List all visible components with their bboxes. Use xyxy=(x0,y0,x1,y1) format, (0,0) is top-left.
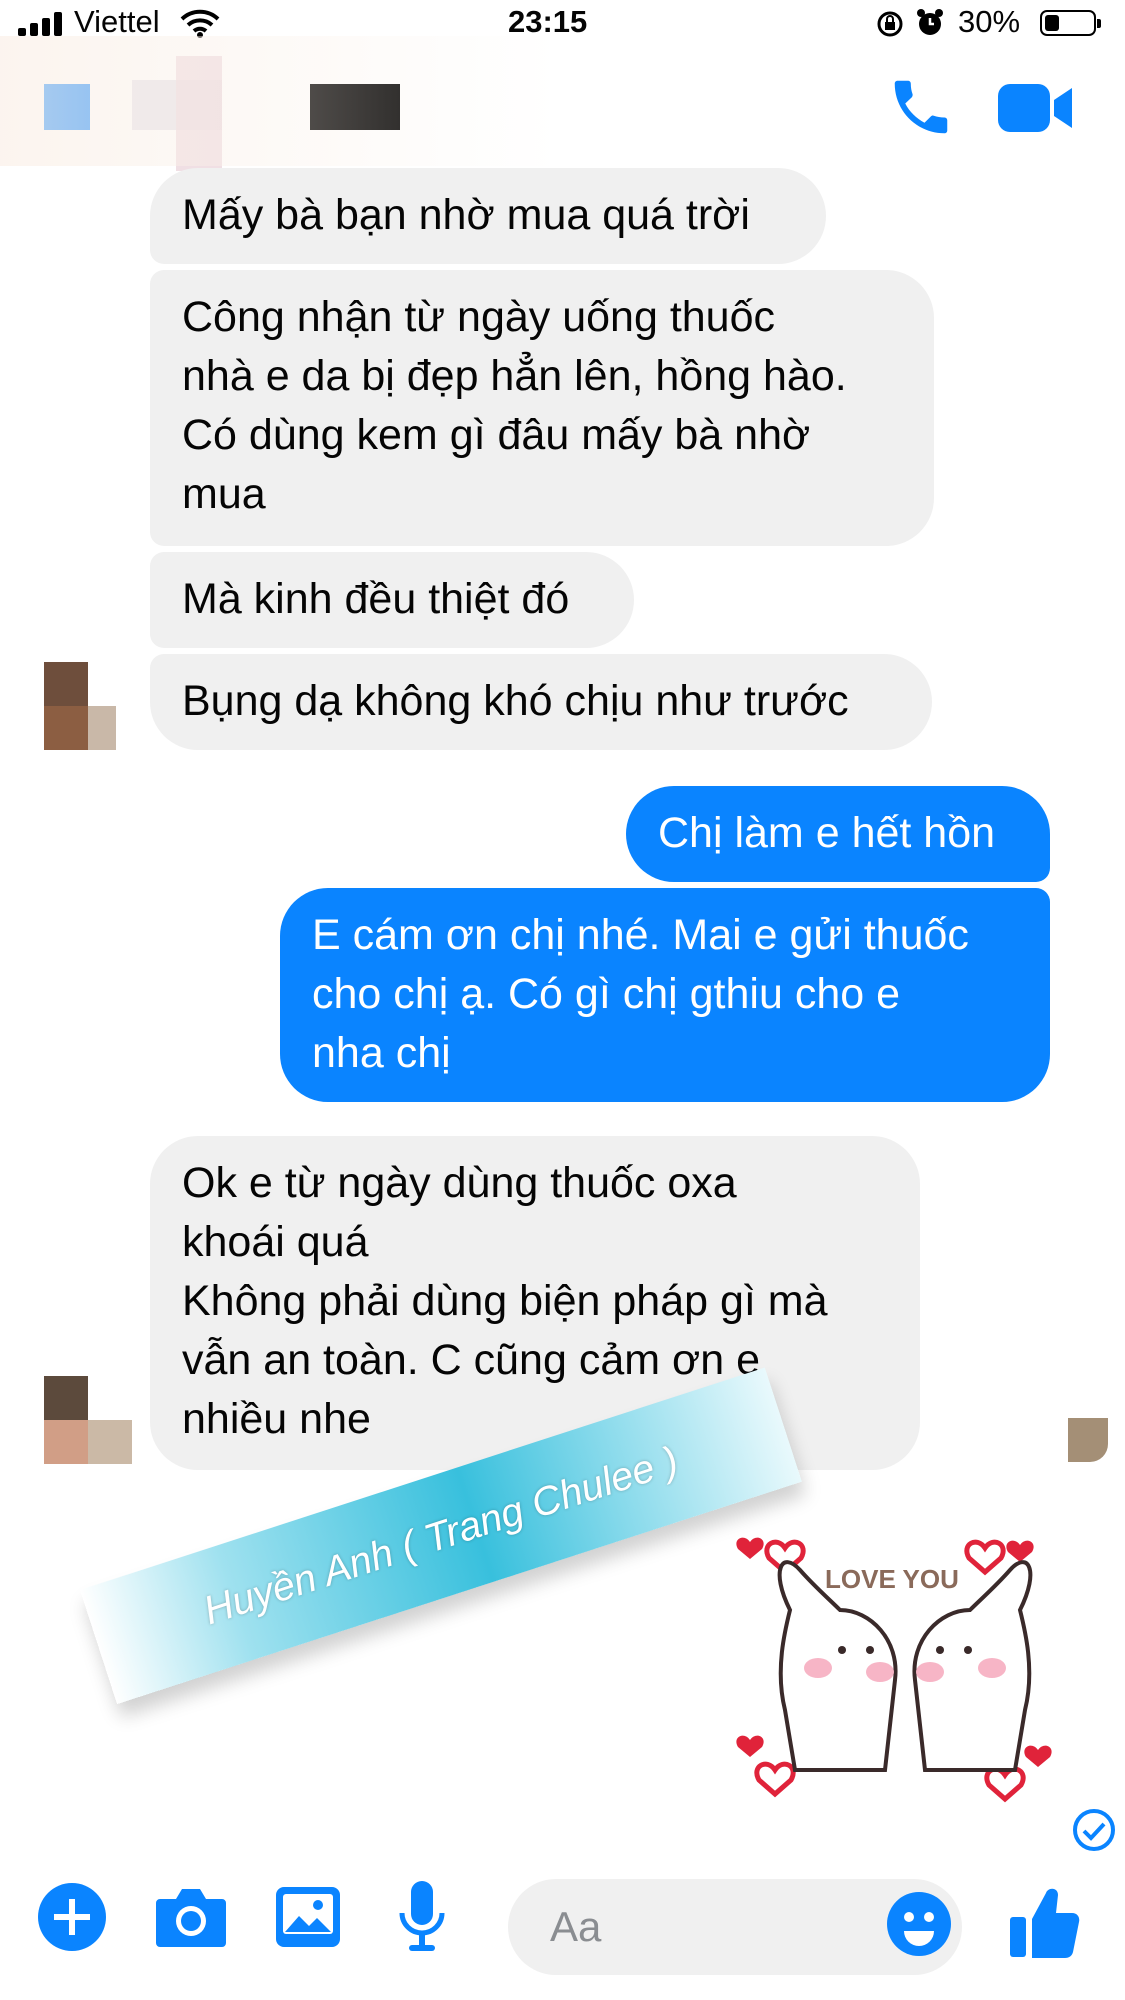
sender-avatar xyxy=(44,1376,132,1466)
phone-call-icon[interactable] xyxy=(886,72,956,142)
battery-icon xyxy=(1040,10,1101,36)
message-bubble-sent[interactable]: E cám ơn chị nhé. Mai e gửi thuốc cho ch… xyxy=(280,888,1050,1102)
seen-check-icon xyxy=(1073,1809,1115,1851)
smiley-icon xyxy=(887,1892,951,1956)
battery-percent: 30% xyxy=(958,4,1021,39)
sender-avatar xyxy=(44,662,116,752)
message-bubble-sent[interactable]: Chị làm e hết hồn xyxy=(626,786,1050,882)
wifi-icon xyxy=(180,9,220,38)
alarm-icon xyxy=(917,9,943,35)
camera-icon xyxy=(156,1889,226,1947)
message-bubble-received[interactable]: Bụng dạ không khó chịu như trước xyxy=(150,654,932,750)
gallery-button[interactable] xyxy=(272,1881,344,1953)
message-bubble-received[interactable]: Ok e từ ngày dùng thuốc oxa khoái quá Kh… xyxy=(150,1136,920,1470)
read-receipt-avatar xyxy=(1068,1418,1108,1462)
image-icon xyxy=(276,1887,340,1947)
like-button[interactable] xyxy=(1004,1879,1084,1963)
microphone-icon xyxy=(399,1881,445,1951)
sticker-text: LOVE YOU xyxy=(825,1564,959,1594)
carrier-name: Viettel xyxy=(74,4,160,39)
plus-circle-icon xyxy=(38,1883,106,1951)
message-bubble-received[interactable]: Công nhận từ ngày uống thuốc nhà e da bị… xyxy=(150,270,934,546)
orientation-lock-icon xyxy=(877,11,903,37)
message-composer xyxy=(0,1855,1125,1975)
camera-button[interactable] xyxy=(154,1881,228,1953)
signal-icon xyxy=(18,12,64,36)
clock: 23:15 xyxy=(508,4,588,39)
video-call-icon[interactable] xyxy=(996,80,1076,136)
thumbs-up-icon xyxy=(1010,1888,1080,1958)
love-you-sticker[interactable]: LOVE YOU xyxy=(730,1500,1080,1830)
message-bubble-received[interactable]: Mấy bà bạn nhờ mua quá trời xyxy=(150,168,826,264)
redacted-blur-overlay xyxy=(0,36,560,166)
add-button[interactable] xyxy=(36,1881,108,1953)
emoji-button[interactable] xyxy=(884,1889,954,1959)
message-bubble-received[interactable]: Mà kinh đều thiệt đó xyxy=(150,552,634,648)
voice-button[interactable] xyxy=(392,1877,452,1957)
